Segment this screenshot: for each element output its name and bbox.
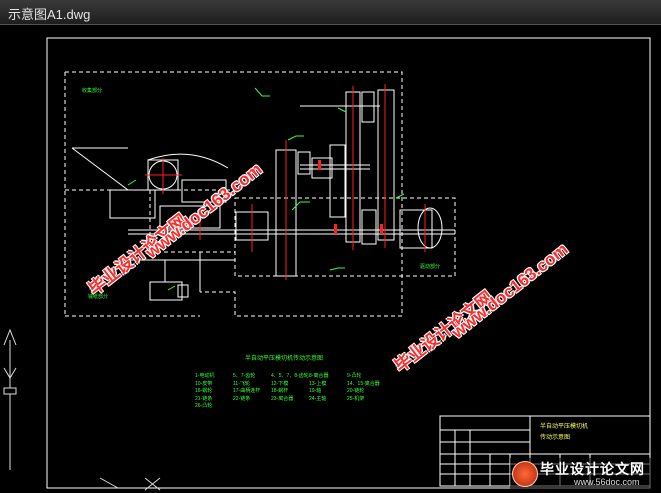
legend-item: 24-主轴: [309, 395, 327, 402]
drawing-caption: 半自动平压模切机传动示意图: [245, 356, 324, 362]
legend-item: 11-飞轮: [233, 380, 250, 387]
logo-text: 毕业设计论文网: [540, 461, 645, 477]
legend-item: 18-蜗杆: [271, 388, 289, 394]
legend-item: 8-离合器: [309, 373, 329, 379]
logo-url: www.56doc.com: [574, 477, 640, 487]
parts-legend: 1-电动机 5、7-齿轮 4、5、7、8-齿轮 8-离合器 9-凸轮 10-皮带 11-飞轮…: [195, 373, 395, 418]
legend-item: 25-机架: [347, 395, 365, 402]
legend-item: 17-曲柄连杆: [233, 388, 261, 394]
logo-icon: [512, 461, 538, 487]
drawing-canvas[interactable]: 收集部分 输纸部分 驱动部分 半自动平压模切机传动示意图 1-电动机 5、7-齿轮…: [0, 25, 661, 493]
legend-item: 9-凸轮: [347, 373, 362, 379]
title-block-name: 半自动平压模切机 传动示意图: [540, 424, 589, 441]
legend-item: 12-下模: [271, 380, 289, 387]
legend-item: 19-轴: [309, 388, 322, 394]
title-bar: 示意图A1.dwg: [0, 0, 661, 25]
legend-item: 23-离合器: [271, 395, 294, 402]
machine-outline: [64, 71, 456, 317]
legend-item: 13-上模: [309, 380, 327, 387]
red-marks: [318, 160, 383, 234]
site-logo: 毕业设计论文网 www.56doc.com: [510, 458, 661, 493]
legend-item: 14、15-离合器: [347, 380, 380, 387]
legend-item: 21-链条: [195, 395, 213, 402]
label-right: 驱动部分: [420, 264, 441, 270]
legend-item: 20-链轮: [347, 388, 365, 394]
ucs-icon: [3, 328, 161, 491]
legend-item: 16-蜗轮: [195, 388, 213, 394]
legend-item: 26-凸轮: [195, 403, 213, 409]
window-title: 示意图A1.dwg: [8, 7, 91, 22]
legend-item: 1-电动机: [195, 373, 215, 379]
legend-item: 5、7-齿轮: [233, 373, 256, 379]
legend-item: 10-皮带: [195, 380, 213, 387]
legend-item: 4、5、7、8-齿轮: [271, 373, 309, 379]
legend-item: 22-链条: [233, 395, 251, 402]
centerlines: [145, 84, 426, 280]
label-upper-left: 收集部分: [82, 88, 103, 94]
